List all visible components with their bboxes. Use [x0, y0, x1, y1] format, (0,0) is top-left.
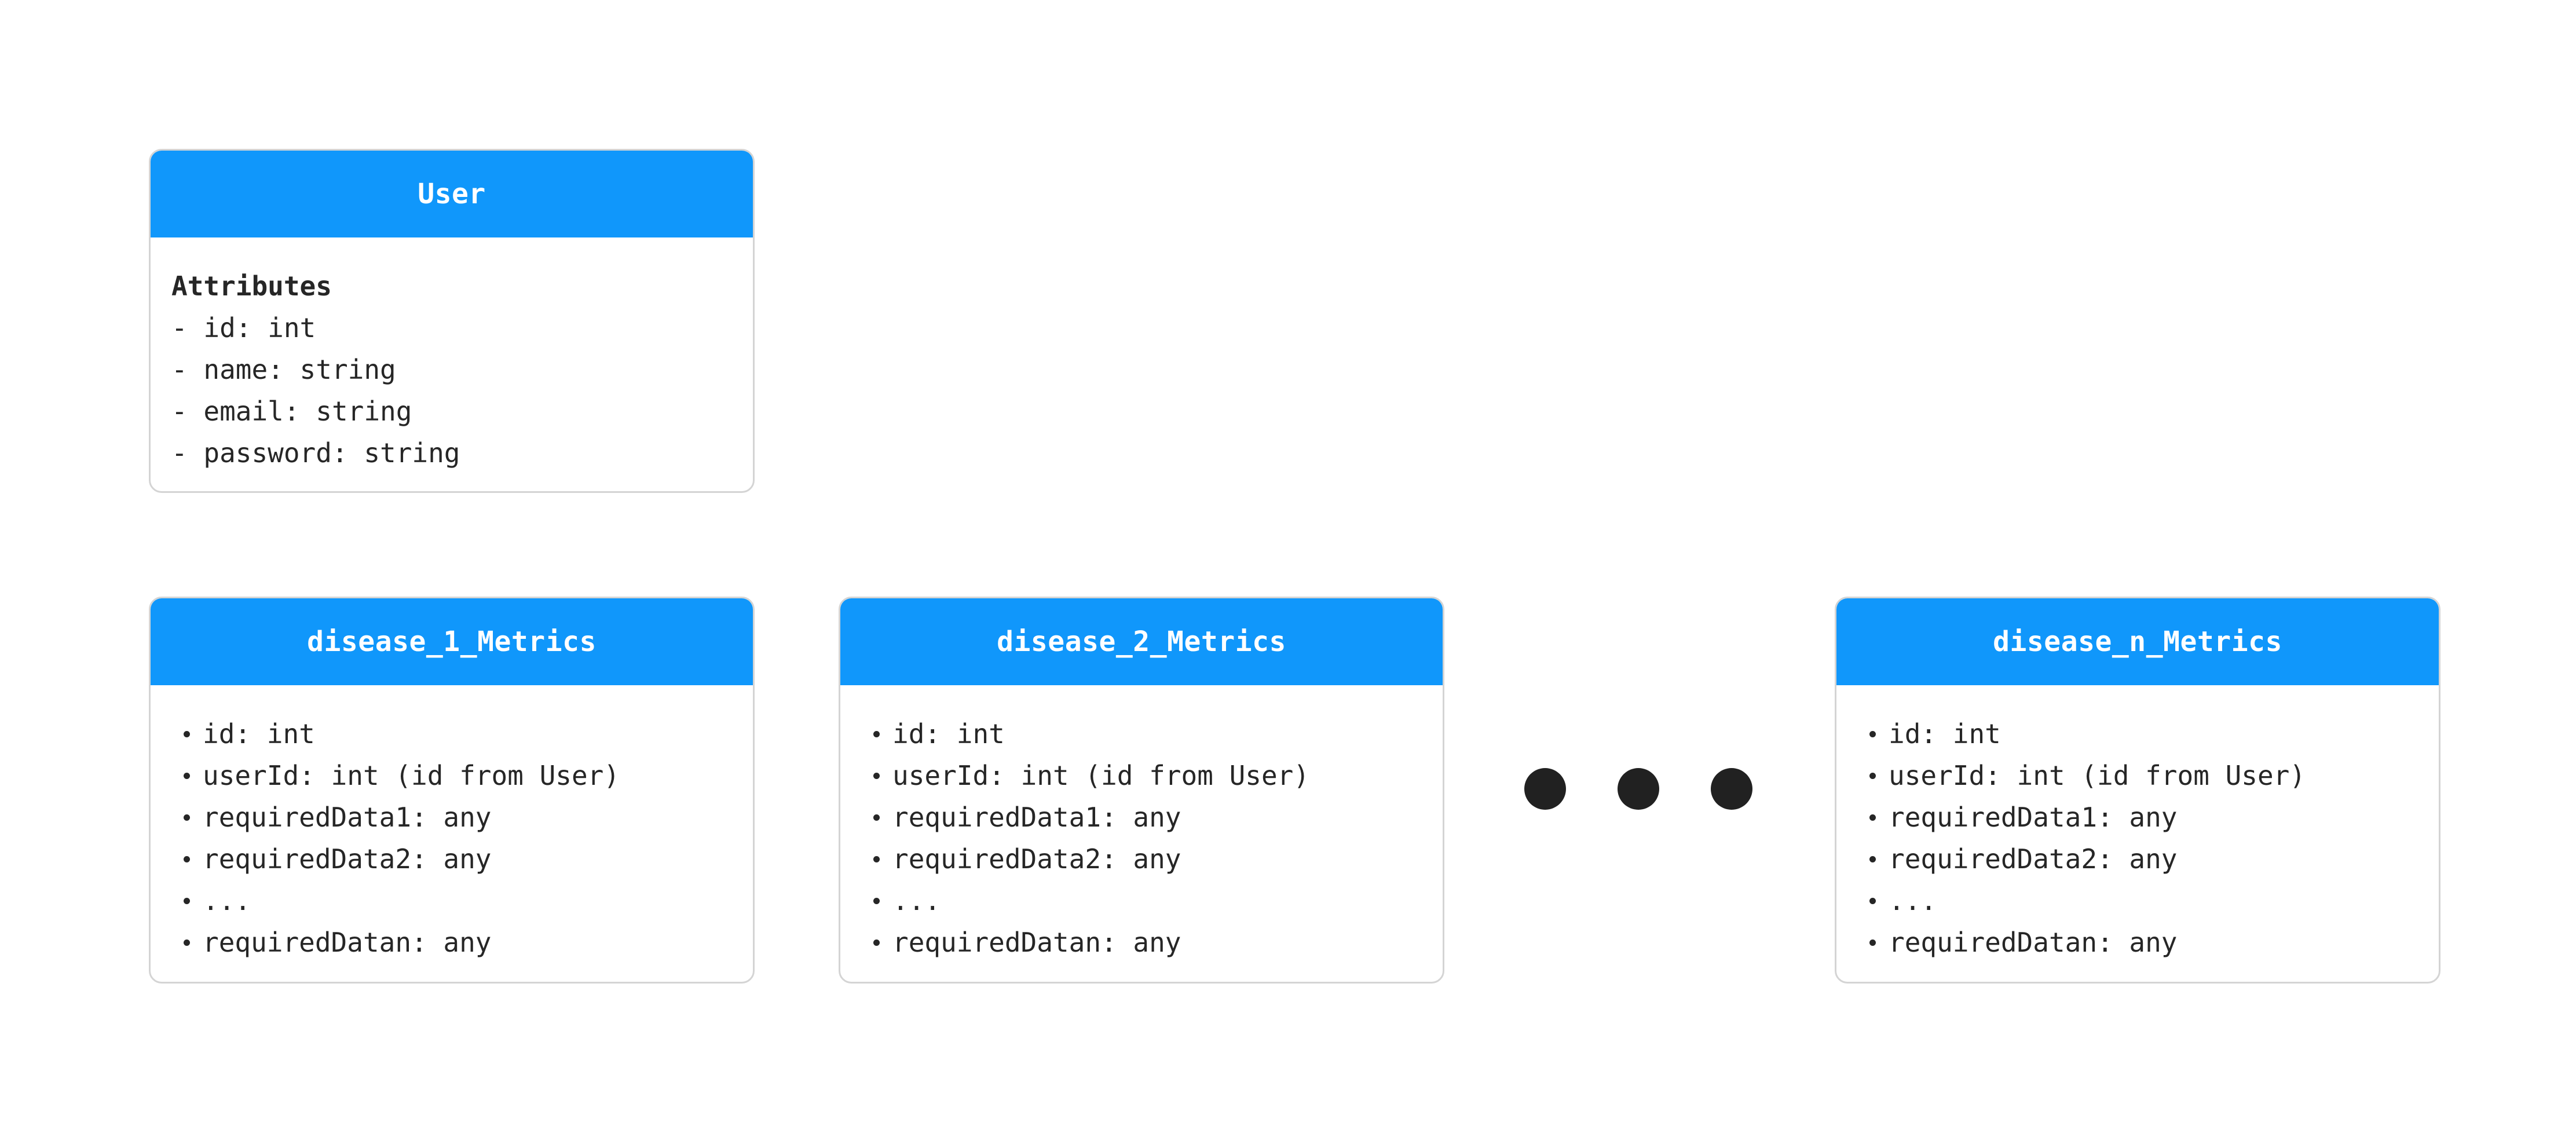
ellipsis-dot — [1524, 768, 1566, 810]
field-item: userId: int (id from User) — [1868, 755, 2418, 796]
field-item: ... — [1868, 880, 2418, 922]
user-entity-title: User — [151, 151, 753, 237]
ellipsis-dot — [1618, 768, 1659, 810]
ellipsis-dot — [1711, 768, 1752, 810]
field-item: ... — [182, 880, 732, 922]
field-item: requiredData1: any — [182, 796, 732, 838]
attribute-line: - name: string — [171, 354, 396, 385]
disease-1-metrics-body: id: int userId: int (id from User) requi… — [151, 685, 753, 981]
field-item: requiredData1: any — [1868, 796, 2418, 838]
disease-n-metrics-body: id: int userId: int (id from User) requi… — [1836, 685, 2439, 981]
disease-2-metrics-title: disease_2_Metrics — [840, 598, 1443, 685]
field-item: requiredDatan: any — [182, 922, 732, 963]
field-item: requiredData1: any — [872, 796, 1422, 838]
attributes-label: Attributes — [171, 270, 332, 302]
user-entity-body: Attributes - id: int - name: string - em… — [151, 237, 753, 491]
field-item: requiredDatan: any — [872, 922, 1422, 963]
disease-n-metrics-card: disease_n_Metrics id: int userId: int (i… — [1835, 597, 2440, 984]
disease-2-metrics-card: disease_2_Metrics id: int userId: int (i… — [839, 597, 1444, 984]
disease-1-metrics-title: disease_1_Metrics — [151, 598, 753, 685]
disease-1-metrics-card: disease_1_Metrics id: int userId: int (i… — [149, 597, 755, 984]
disease-n-metrics-title: disease_n_Metrics — [1836, 598, 2439, 685]
field-item: requiredData2: any — [1868, 838, 2418, 880]
field-item: requiredDatan: any — [1868, 922, 2418, 963]
field-item: id: int — [182, 713, 732, 755]
field-item: userId: int (id from User) — [182, 755, 732, 796]
attribute-line: - id: int — [171, 312, 316, 343]
field-item: ... — [872, 880, 1422, 922]
field-list: id: int userId: int (id from User) requi… — [171, 713, 732, 963]
attribute-line: - email: string — [171, 396, 412, 427]
field-list: id: int userId: int (id from User) requi… — [1857, 713, 2418, 963]
field-item: userId: int (id from User) — [872, 755, 1422, 796]
field-item: id: int — [872, 713, 1422, 755]
field-item: requiredData2: any — [182, 838, 732, 880]
disease-2-metrics-body: id: int userId: int (id from User) requi… — [840, 685, 1443, 981]
field-item: requiredData2: any — [872, 838, 1422, 880]
user-entity-card: User Attributes - id: int - name: string… — [149, 149, 755, 493]
attribute-line: - password: string — [171, 437, 460, 469]
field-list: id: int userId: int (id from User) requi… — [861, 713, 1422, 963]
field-item: id: int — [1868, 713, 2418, 755]
